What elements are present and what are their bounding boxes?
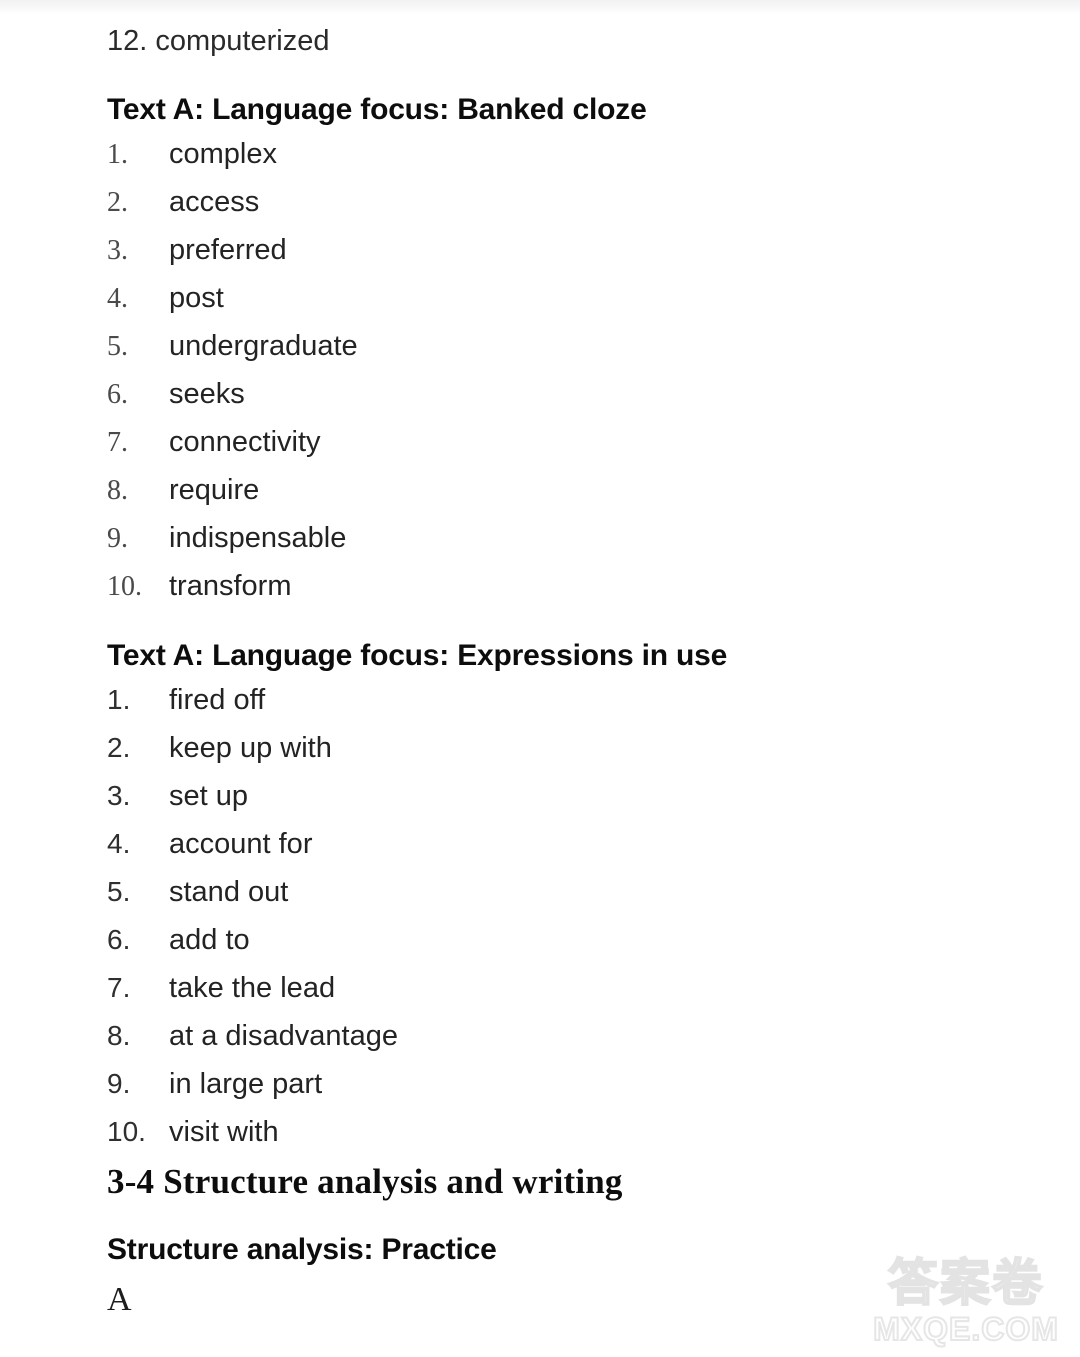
list-item-number: 10. — [107, 1116, 146, 1147]
list-item-number: 4. — [107, 283, 128, 314]
list-item: 10. visit with — [107, 1108, 1007, 1156]
list-item: 7. connectivity — [107, 418, 1007, 466]
list-item-answer: access — [169, 186, 260, 218]
list-item-number: 3. — [107, 235, 128, 266]
list-item: 8. require — [107, 466, 1007, 514]
list-item-answer: at a disadvantage — [169, 1020, 398, 1052]
list-item: 3. set up — [107, 772, 1007, 820]
list-item-answer: indispensable — [169, 522, 347, 554]
list-item-answer: require — [169, 474, 260, 506]
list-item-number: 9. — [107, 1068, 131, 1099]
list-item-number: 7. — [107, 427, 128, 458]
list-item-number: 2. — [107, 187, 128, 218]
list-item-answer: visit with — [169, 1116, 279, 1148]
list-item-answer: in large part — [169, 1068, 323, 1100]
document-content: 12. computerized Text A: Language focus:… — [107, 18, 1007, 1320]
heading-banked-cloze: Text A: Language focus: Banked cloze — [107, 93, 647, 126]
list-item-number: 4. — [107, 828, 131, 859]
list-item: 6. seeks — [107, 370, 1007, 418]
list-item: 2. keep up with — [107, 724, 1007, 772]
list-item: 5. undergraduate — [107, 322, 1007, 370]
list-item-answer: connectivity — [169, 426, 321, 458]
list-item-answer: transform — [169, 570, 292, 602]
list-item-answer: fired off — [169, 684, 266, 716]
list-item-number: 3. — [107, 780, 131, 811]
list-item-number: 1. — [107, 684, 131, 715]
list-expressions-in-use: 1. fired off 2. keep up with 3. set up 4… — [107, 676, 1007, 1156]
list-item-number: 8. — [107, 1020, 131, 1051]
list-item-number: 7. — [107, 972, 131, 1003]
list-item-number: 5. — [107, 331, 128, 362]
list-item: 6. add to — [107, 916, 1007, 964]
list-item-number: 1. — [107, 139, 128, 170]
heading-expressions-in-use: Text A: Language focus: Expressions in u… — [107, 639, 728, 672]
heading-structure-analysis-practice: Structure analysis: Practice — [107, 1233, 497, 1266]
list-item-answer: stand out — [169, 876, 289, 908]
list-item-number: 10. — [107, 571, 142, 602]
list-item: 10. transform — [107, 562, 1007, 610]
list-item-answer: set up — [169, 780, 248, 812]
list-item: 1. complex — [107, 130, 1007, 178]
list-item: 4. account for — [107, 820, 1007, 868]
list-item-number: 9. — [107, 523, 128, 554]
heading-unit-structure-analysis-and-writing: 3-4 Structure analysis and writing — [107, 1162, 623, 1201]
carryover-list-item: 12. computerized — [107, 25, 330, 57]
list-item: 8. at a disadvantage — [107, 1012, 1007, 1060]
list-item: 3. preferred — [107, 226, 1007, 274]
list-item-answer: account for — [169, 828, 313, 860]
list-item: 1. fired off — [107, 676, 1007, 724]
list-item-number: 5. — [107, 876, 131, 907]
list-item-answer: complex — [169, 138, 277, 170]
list-banked-cloze: 1. complex 2. access 3. preferred 4. pos… — [107, 130, 1007, 610]
trailing-section-letter: A — [107, 1281, 132, 1318]
list-item-number: 2. — [107, 732, 131, 763]
list-item: 5. stand out — [107, 868, 1007, 916]
list-item: 9. indispensable — [107, 514, 1007, 562]
list-item: 4. post — [107, 274, 1007, 322]
list-item-number: 8. — [107, 475, 128, 506]
list-item-answer: add to — [169, 924, 250, 956]
list-item: 2. access — [107, 178, 1007, 226]
document-page: 12. computerized Text A: Language focus:… — [0, 0, 1080, 1357]
list-item: 7. take the lead — [107, 964, 1007, 1012]
list-item-number: 6. — [107, 379, 128, 410]
list-item-answer: preferred — [169, 234, 287, 266]
list-item-answer: seeks — [169, 378, 245, 410]
list-item: 9. in large part — [107, 1060, 1007, 1108]
list-item-answer: take the lead — [169, 972, 336, 1004]
list-item-answer: keep up with — [169, 732, 332, 764]
list-item-number: 6. — [107, 924, 131, 955]
list-item-answer: post — [169, 282, 224, 314]
list-item-answer: undergraduate — [169, 330, 358, 362]
